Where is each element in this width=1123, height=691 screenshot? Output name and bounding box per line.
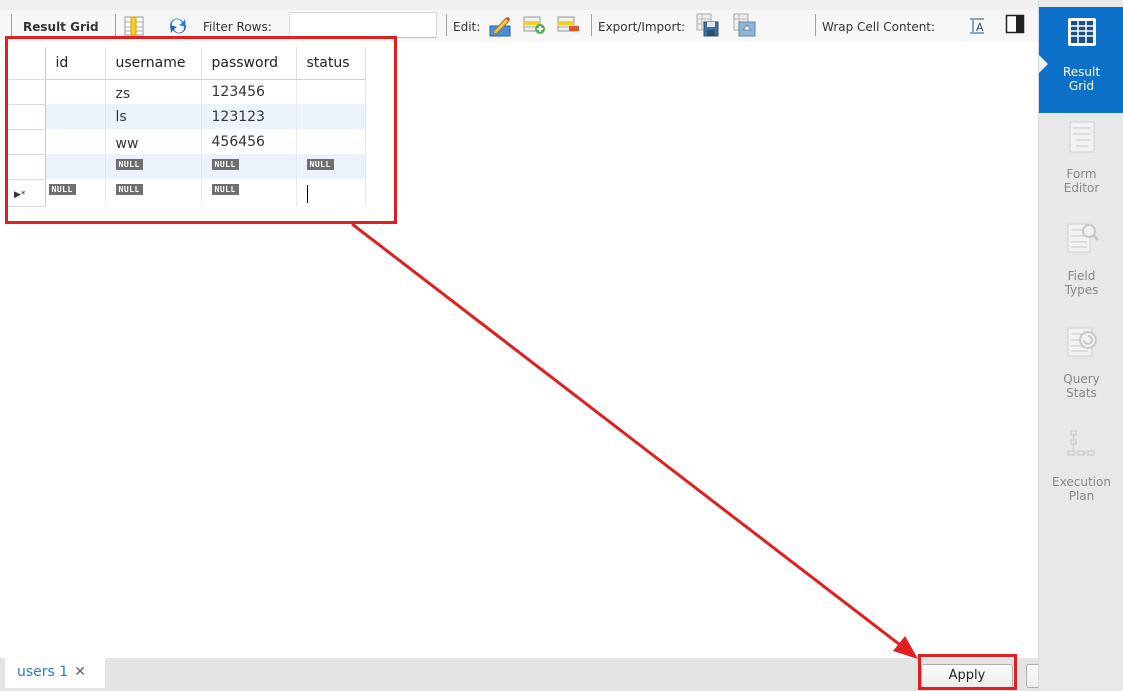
- active-pointer: [1039, 55, 1048, 73]
- side-item-label: Result: [1062, 65, 1101, 79]
- side-item-label: Query: [1063, 372, 1100, 386]
- tab-users-1[interactable]: users 1 ✕: [5, 658, 105, 688]
- delete-row-icon[interactable]: [556, 14, 580, 36]
- side-item-label: Grid: [1068, 79, 1095, 93]
- side-item-label: Types: [1064, 283, 1099, 297]
- wrap-text-icon[interactable]: A: [968, 17, 986, 35]
- field-types-icon: [1067, 223, 1099, 253]
- side-item-label: Execution: [1052, 475, 1111, 489]
- toolbar-divider: [11, 14, 12, 36]
- import-icon[interactable]: [733, 13, 757, 37]
- form-editor-icon: [1069, 121, 1094, 153]
- side-item-label: Field: [1067, 269, 1096, 283]
- export-icon[interactable]: [696, 13, 720, 37]
- result-grid-label[interactable]: Result Grid: [23, 20, 99, 34]
- side-item-label: Plan: [1068, 489, 1095, 503]
- export-import-label: Export/Import:: [598, 20, 686, 34]
- annotation-grid-highlight: [5, 36, 397, 224]
- side-item-label: Editor: [1063, 181, 1100, 195]
- svg-text:A: A: [976, 21, 984, 34]
- toolbar-divider: [815, 14, 816, 36]
- edit-label: Edit:: [453, 20, 481, 34]
- toggle-panel-icon[interactable]: [1005, 14, 1025, 34]
- side-item-execution-plan[interactable]: Execution Plan: [1039, 425, 1123, 520]
- execution-plan-icon: [1066, 430, 1095, 456]
- side-item-result-grid[interactable]: Result Grid: [1039, 7, 1123, 113]
- wrap-cell-content-label: Wrap Cell Content:: [822, 20, 936, 34]
- result-grid-window: Result Grid Filter Rows: Edit: Export/Im…: [0, 0, 1123, 691]
- annotation-apply-highlight: [918, 654, 1017, 690]
- column-selector-icon[interactable]: [124, 16, 144, 36]
- toolbar-divider: [446, 14, 447, 36]
- close-icon[interactable]: ✕: [74, 664, 86, 680]
- toolbar-divider: [591, 14, 592, 36]
- side-item-label: Stats: [1066, 386, 1097, 400]
- side-item-label: Form: [1066, 167, 1097, 181]
- add-row-icon[interactable]: [522, 14, 546, 36]
- result-grid-icon: [1067, 18, 1096, 46]
- view-switcher-panel: Result Grid Form Editor Field Types Quer…: [1038, 0, 1123, 691]
- side-item-field-types[interactable]: Field Types: [1039, 218, 1123, 313]
- filter-rows-input[interactable]: [289, 12, 437, 38]
- bottom-bar: users 1 ✕: [0, 658, 1038, 691]
- toolbar-divider: [115, 14, 116, 36]
- side-item-query-stats[interactable]: Query Stats: [1039, 322, 1123, 417]
- query-stats-icon: [1067, 327, 1097, 357]
- edit-row-icon[interactable]: [488, 14, 512, 38]
- side-item-form-editor[interactable]: Form Editor: [1039, 118, 1123, 213]
- tab-label: users 1: [17, 664, 69, 680]
- filter-rows-label: Filter Rows:: [203, 20, 272, 34]
- refresh-icon[interactable]: [167, 16, 189, 36]
